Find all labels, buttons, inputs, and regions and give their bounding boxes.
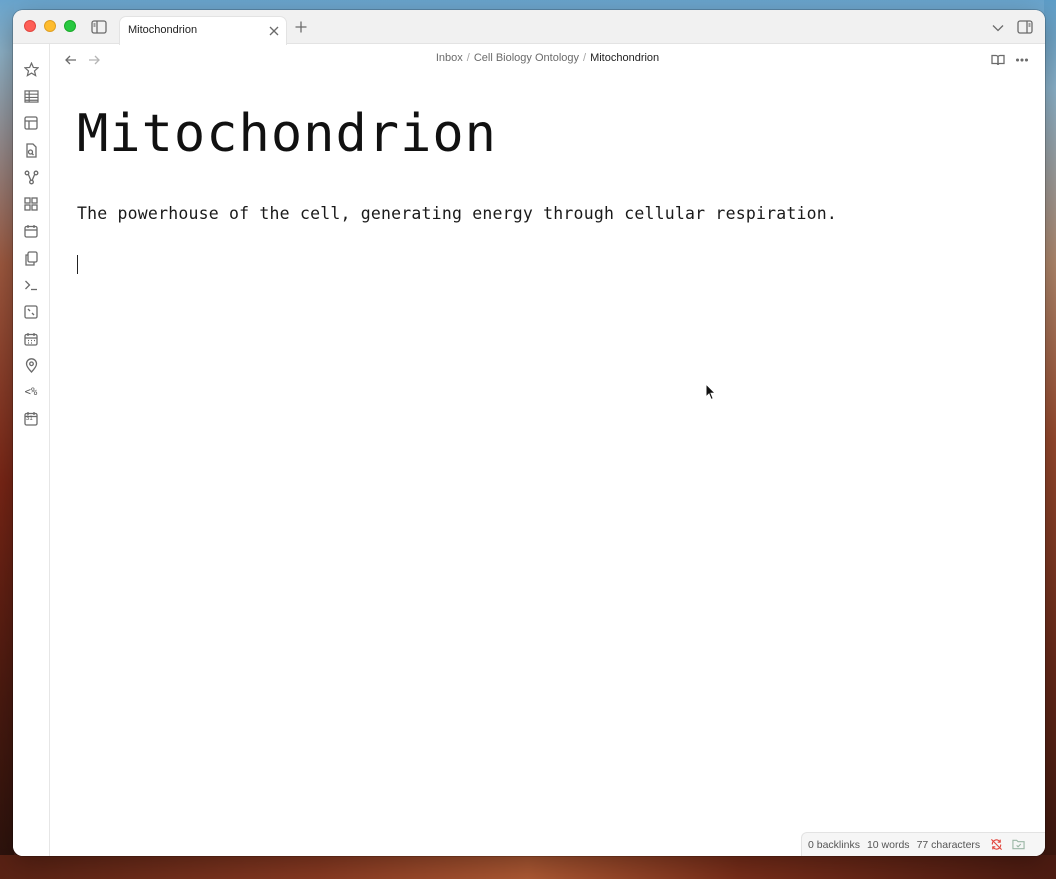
folder-icon[interactable]	[1012, 838, 1026, 852]
close-window-button[interactable]	[24, 20, 36, 32]
text-caret	[77, 255, 78, 274]
note-body[interactable]: The powerhouse of the cell, generating e…	[77, 204, 1017, 223]
left-ribbon: <% 31	[13, 44, 50, 856]
calendar-31-icon[interactable]: 31	[22, 409, 40, 427]
copy-icon[interactable]	[22, 249, 40, 267]
left-sidebar-toggle-icon[interactable]	[90, 19, 108, 35]
breadcrumb-separator: /	[583, 52, 587, 64]
file-search-icon[interactable]	[22, 141, 40, 159]
star-icon[interactable]	[22, 60, 40, 78]
new-tab-icon[interactable]	[293, 19, 309, 35]
tab-list-chevron-down-icon[interactable]	[990, 20, 1006, 36]
more-options-icon[interactable]	[1014, 52, 1030, 68]
desktop-wallpaper-bottom	[0, 855, 1056, 879]
calendar-icon[interactable]	[22, 222, 40, 240]
status-bar: 0 backlinks 10 words 77 characters	[801, 832, 1045, 856]
breadcrumb-current-note[interactable]: Mitochondrion	[590, 52, 659, 64]
tab-mitochondrion[interactable]: Mitochondrion	[119, 16, 287, 45]
canvas-icon[interactable]	[22, 303, 40, 321]
blocks-icon[interactable]	[22, 195, 40, 213]
calendar-31-label: 31	[26, 416, 33, 422]
word-count: 10 words	[866, 838, 910, 851]
breadcrumb-separator: /	[466, 52, 470, 64]
sync-error-icon[interactable]	[990, 838, 1004, 852]
note-editor[interactable]: Mitochondrion The powerhouse of the cell…	[77, 90, 1017, 274]
tab-label: Mitochondrion	[128, 24, 198, 36]
mouse-pointer-icon	[705, 383, 717, 401]
desktop-wallpaper-left	[0, 0, 14, 879]
graph-icon[interactable]	[22, 168, 40, 186]
backlinks-count[interactable]: 0 backlinks	[808, 839, 860, 851]
desktop-wallpaper-right	[1044, 0, 1056, 879]
zoom-window-button[interactable]	[64, 20, 76, 32]
breadcrumb-inbox[interactable]: Inbox	[436, 52, 463, 64]
calendar-grid-icon[interactable]	[22, 330, 40, 348]
view-header: Inbox / Cell Biology Ontology / Mitochondrio…	[50, 44, 1045, 76]
terminal-icon[interactable]	[22, 276, 40, 294]
minimize-window-button[interactable]	[44, 20, 56, 32]
character-count: 77 characters	[916, 838, 981, 851]
breadcrumb: Inbox / Cell Biology Ontology / Mitochondrio…	[50, 52, 1045, 64]
reading-view-book-icon[interactable]	[990, 52, 1006, 68]
map-pin-icon[interactable]	[22, 356, 40, 374]
close-tab-icon[interactable]	[266, 23, 282, 39]
breadcrumb-cell-biology-ontology[interactable]: Cell Biology Ontology	[474, 52, 579, 64]
table-icon[interactable]	[22, 87, 40, 105]
title-bar: Mitochondrion	[13, 10, 1045, 45]
layout-icon[interactable]	[22, 114, 40, 132]
note-title[interactable]: Mitochondrion	[77, 90, 1017, 178]
right-sidebar-toggle-icon[interactable]	[1016, 19, 1034, 35]
templater-icon[interactable]: <%	[22, 383, 40, 401]
app-window: Mitochondrion <% 31 Inbox / Cell Biology…	[13, 10, 1045, 856]
